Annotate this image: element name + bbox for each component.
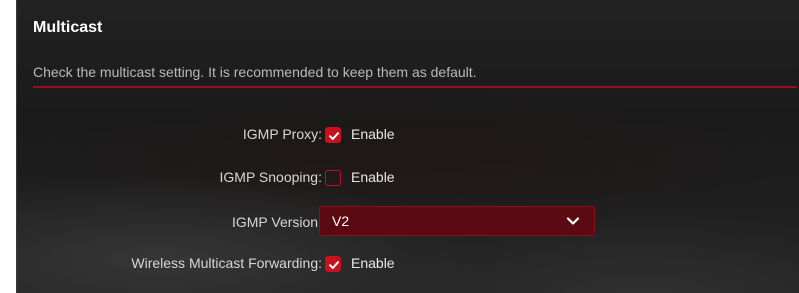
igmp-snooping-row: IGMP Snooping: Enable xyxy=(17,166,799,190)
igmp-version-select[interactable]: V2 xyxy=(319,206,595,236)
igmp-snooping-enable-label[interactable]: Enable xyxy=(351,169,395,185)
wireless-multicast-forwarding-label: Wireless Multicast Forwarding: xyxy=(131,255,322,271)
checkmark-icon xyxy=(329,261,339,269)
igmp-snooping-label: IGMP Snooping: xyxy=(219,169,322,185)
multicast-panel: Multicast Check the multicast setting. I… xyxy=(16,0,799,293)
section-description: Check the multicast setting. It is recom… xyxy=(33,64,477,80)
igmp-proxy-row: IGMP Proxy: Enable xyxy=(17,123,799,147)
igmp-version-row: IGMP Version: V2 xyxy=(17,206,799,238)
checkmark-icon xyxy=(329,132,339,140)
section-title: Multicast xyxy=(33,19,103,36)
section-divider xyxy=(33,86,797,88)
wireless-multicast-forwarding-row: Wireless Multicast Forwarding: Enable xyxy=(17,252,799,276)
wireless-multicast-forwarding-enable-label[interactable]: Enable xyxy=(351,255,395,271)
wireless-multicast-forwarding-checkbox[interactable] xyxy=(325,256,341,272)
igmp-snooping-checkbox[interactable] xyxy=(325,170,341,186)
igmp-proxy-checkbox[interactable] xyxy=(325,127,341,143)
igmp-proxy-enable-label[interactable]: Enable xyxy=(351,126,395,142)
igmp-version-value: V2 xyxy=(332,213,350,229)
igmp-version-label: IGMP Version: xyxy=(231,214,322,230)
chevron-down-icon xyxy=(566,217,580,225)
igmp-proxy-label: IGMP Proxy: xyxy=(242,126,322,142)
